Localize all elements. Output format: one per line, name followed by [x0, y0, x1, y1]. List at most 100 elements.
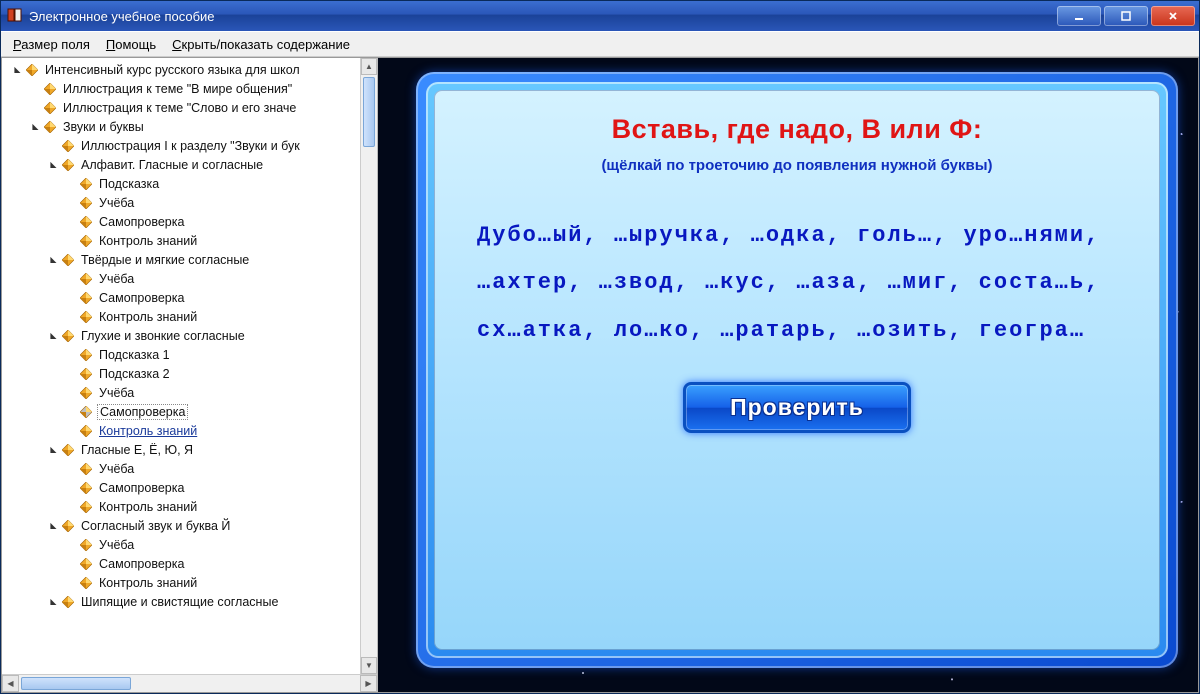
tree-node-label[interactable]: Учёба — [97, 386, 136, 400]
tree-node-label[interactable]: Гласные Е, Ё, Ю, Я — [79, 443, 195, 457]
horizontal-scrollbar[interactable]: ◀ ▶ — [2, 674, 377, 692]
tree-node[interactable]: ◣ Звуки и буквы — [2, 117, 377, 136]
tree-node[interactable]: ▶Самопроверка — [2, 212, 377, 231]
tree-node[interactable]: ▶Контроль знаний — [2, 307, 377, 326]
tree-node[interactable]: ◣ Интенсивный курс русского языка для шко… — [2, 60, 377, 79]
minimize-button[interactable] — [1057, 6, 1101, 26]
tree-node[interactable]: ▶Самопроверка — [2, 478, 377, 497]
tree-node[interactable]: ▶Контроль знаний — [2, 421, 377, 440]
check-button[interactable]: Проверить — [683, 382, 911, 433]
tree-node-label[interactable]: Шипящие и свистящие согласные — [79, 595, 280, 609]
tree-node-label[interactable]: Иллюстрация I к разделу "Звуки и бук — [79, 139, 302, 153]
tree-view[interactable]: ◣ Интенсивный курс русского языка для шко… — [2, 58, 377, 674]
tree-node[interactable]: ▶Самопроверка — [2, 402, 377, 421]
tree-node[interactable]: ▶Самопроверка — [2, 288, 377, 307]
diamond-icon — [79, 272, 93, 286]
tree-node[interactable]: ◣ Алфавит. Гласные и согласные — [2, 155, 377, 174]
tree-node-label[interactable]: Контроль знаний — [97, 310, 199, 324]
tree-node-label[interactable]: Иллюстрация к теме "Слово и его значе — [61, 101, 298, 115]
tree-node[interactable]: ▶Самопроверка — [2, 554, 377, 573]
tree-node-label[interactable]: Учёба — [97, 272, 136, 286]
tree-node-label[interactable]: Иллюстрация к теме "В мире общения" — [61, 82, 294, 96]
collapse-icon[interactable]: ◣ — [48, 330, 59, 341]
tree-node-label[interactable]: Подсказка 1 — [97, 348, 172, 362]
collapse-icon[interactable]: ◣ — [48, 159, 59, 170]
tree-node[interactable]: ▶Учёба — [2, 459, 377, 478]
tree-node[interactable]: ▶Подсказка 1 — [2, 345, 377, 364]
tree-node-label[interactable]: Подсказка — [97, 177, 161, 191]
tree-node[interactable]: ▶Учёба — [2, 535, 377, 554]
tree-node[interactable]: ▶Контроль знаний — [2, 573, 377, 592]
tree-node-label[interactable]: Учёба — [97, 538, 136, 552]
menu-item[interactable]: Помощь — [98, 34, 164, 55]
tree-node-label[interactable]: Самопроверка — [97, 557, 186, 571]
tree-node-label[interactable]: Контроль знаний — [97, 424, 199, 438]
tree-node[interactable]: ◣ Шипящие и свистящие согласные — [2, 592, 377, 611]
diamond-icon — [79, 481, 93, 495]
tree-node[interactable]: ▶Контроль знаний — [2, 497, 377, 516]
tree-node[interactable]: ◣ Согласный звук и буква Й — [2, 516, 377, 535]
tree-node-label[interactable]: Твёрдые и мягкие согласные — [79, 253, 251, 267]
tree-node-label[interactable]: Алфавит. Гласные и согласные — [79, 158, 265, 172]
tree-node[interactable]: ▶Подсказка — [2, 174, 377, 193]
diamond-icon — [61, 595, 75, 609]
scroll-thumb[interactable] — [363, 77, 375, 147]
menu-item[interactable]: Размер поля — [5, 34, 98, 55]
maximize-button[interactable] — [1104, 6, 1148, 26]
scroll-track[interactable] — [361, 75, 377, 657]
tree-node-label[interactable]: Самопроверка — [97, 404, 188, 420]
diamond-icon — [79, 424, 93, 438]
slide-frame: Вставь, где надо, В или Ф: (щёлкай по тр… — [416, 72, 1178, 668]
collapse-icon[interactable]: ◣ — [48, 520, 59, 531]
tree-node[interactable]: ◣ Твёрдые и мягкие согласные — [2, 250, 377, 269]
scroll-up-button[interactable]: ▲ — [361, 58, 377, 75]
tree-node-label[interactable]: Глухие и звонкие согласные — [79, 329, 247, 343]
scroll-track[interactable] — [19, 675, 360, 692]
tree-node-label[interactable]: Самопроверка — [97, 291, 186, 305]
tree-node[interactable]: ▶Иллюстрация к теме "В мире общения" — [2, 79, 377, 98]
diamond-icon — [79, 500, 93, 514]
collapse-icon[interactable]: ◣ — [48, 254, 59, 265]
collapse-icon[interactable]: ◣ — [12, 64, 23, 75]
diamond-icon — [79, 557, 93, 571]
tree-node[interactable]: ▶Учёба — [2, 383, 377, 402]
menu-item[interactable]: Скрыть/показать содержание — [164, 34, 358, 55]
diamond-icon — [79, 386, 93, 400]
tree-node-label[interactable]: Самопроверка — [97, 215, 186, 229]
collapse-icon[interactable]: ◣ — [48, 444, 59, 455]
tree-node[interactable]: ▶Подсказка 2 — [2, 364, 377, 383]
exercise-text[interactable]: Дубо…ый, …ыручка, …одка, голь…, уро…нями… — [477, 212, 1117, 354]
tree-node-label[interactable]: Звуки и буквы — [61, 120, 146, 134]
tree-node-label[interactable]: Самопроверка — [97, 481, 186, 495]
vertical-scrollbar[interactable]: ▲ ▼ — [360, 58, 377, 674]
collapse-icon[interactable]: ◣ — [30, 121, 41, 132]
scroll-left-button[interactable]: ◀ — [2, 675, 19, 692]
tree-node-label[interactable]: Интенсивный курс русского языка для школ — [43, 63, 302, 77]
slide: Вставь, где надо, В или Ф: (щёлкай по тр… — [434, 90, 1160, 650]
tree-node[interactable]: ▶Учёба — [2, 193, 377, 212]
close-button[interactable] — [1151, 6, 1195, 26]
tree-node-label[interactable]: Контроль знаний — [97, 500, 199, 514]
tree-node[interactable]: ◣ Гласные Е, Ё, Ю, Я — [2, 440, 377, 459]
slide-title: Вставь, где надо, В или Ф: — [612, 114, 983, 145]
tree-node-label[interactable]: Учёба — [97, 462, 136, 476]
diamond-icon — [61, 253, 75, 267]
tree-node[interactable]: ◣ Глухие и звонкие согласные — [2, 326, 377, 345]
tree-node[interactable]: ▶Иллюстрация к теме "Слово и его значе — [2, 98, 377, 117]
tree-node-label[interactable]: Контроль знаний — [97, 576, 199, 590]
scroll-right-button[interactable]: ▶ — [360, 675, 377, 692]
tree-node-label[interactable]: Контроль знаний — [97, 234, 199, 248]
tree-node[interactable]: ▶Учёба — [2, 269, 377, 288]
diamond-icon — [79, 576, 93, 590]
tree-node[interactable]: ▶Иллюстрация I к разделу "Звуки и бук — [2, 136, 377, 155]
scroll-down-button[interactable]: ▼ — [361, 657, 377, 674]
diamond-icon — [79, 310, 93, 324]
scroll-thumb[interactable] — [21, 677, 131, 690]
tree-node-label[interactable]: Согласный звук и буква Й — [79, 519, 232, 533]
tree-node-label[interactable]: Подсказка 2 — [97, 367, 172, 381]
diamond-icon — [61, 158, 75, 172]
collapse-icon[interactable]: ◣ — [48, 596, 59, 607]
tree-node[interactable]: ▶Контроль знаний — [2, 231, 377, 250]
diamond-icon — [61, 139, 75, 153]
tree-node-label[interactable]: Учёба — [97, 196, 136, 210]
